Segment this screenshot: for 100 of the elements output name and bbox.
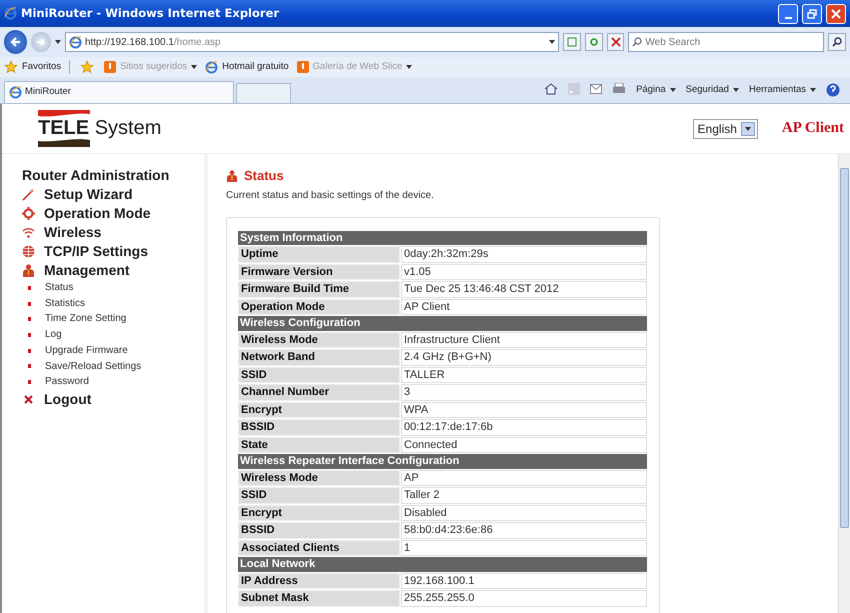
bullet-icon [28, 332, 31, 337]
submenu-item[interactable]: Statistics [22, 296, 204, 312]
browser-icon [9, 86, 22, 99]
browser-tab[interactable]: MiniRouter [4, 81, 234, 103]
stop-icon [610, 37, 621, 47]
submenu-item[interactable]: Log [22, 327, 204, 343]
caret-icon [191, 65, 198, 69]
field-value: AP [401, 470, 647, 486]
gear-icon [22, 207, 35, 220]
close-icon [831, 8, 841, 18]
field-label: SSID [238, 366, 400, 383]
command-menu[interactable]: Herramientas [748, 82, 816, 98]
suggestion-icon [104, 61, 116, 73]
refresh-button[interactable] [585, 33, 603, 51]
submenu-item[interactable]: Status [22, 280, 204, 296]
search-button[interactable] [828, 33, 846, 51]
field-value: Tue Dec 25 13:46:48 CST 2012 [401, 281, 647, 298]
person-icon [226, 170, 238, 182]
page-title: Status [244, 167, 284, 185]
browser-icon [205, 60, 218, 74]
back-button[interactable] [4, 30, 28, 54]
menu-item[interactable]: Wireless [22, 223, 204, 242]
field-value: 3 [401, 384, 647, 400]
wand-icon [22, 188, 35, 201]
caret-icon [744, 126, 751, 130]
field-label: Firmware Version [238, 264, 400, 280]
search-icon [832, 37, 842, 47]
submenu-item[interactable]: Save/Reload Settings [22, 358, 204, 374]
caret-icon [810, 88, 816, 92]
field-label: State [238, 436, 400, 453]
help-button[interactable] [826, 82, 840, 98]
menu-item[interactable]: Operation Mode [22, 204, 204, 223]
scrollbar[interactable] [838, 154, 850, 613]
field-label: Encrypt [238, 504, 400, 521]
favorites-button[interactable]: Favoritos [4, 60, 62, 74]
field-value: Connected [401, 436, 647, 453]
compatibility-button[interactable] [563, 33, 582, 51]
section-header: System Information [238, 230, 647, 245]
wifi-icon [22, 226, 35, 239]
bullet-icon [28, 317, 31, 322]
close-button[interactable] [826, 4, 846, 24]
language-select[interactable]: English [692, 118, 758, 138]
field-value: 255.255.255.0 [401, 590, 647, 606]
help-icon [826, 82, 840, 97]
field-value: 192.168.100.1 [401, 572, 647, 589]
window-title: MiniRouter - Windows Internet Explorer [21, 4, 280, 22]
bullet-icon [28, 380, 31, 384]
address-field[interactable]: http://192.168.100.1/home.asp [64, 32, 560, 52]
command-menu[interactable]: Página [636, 82, 676, 98]
search-box[interactable]: Web Search [628, 32, 824, 52]
field-value: 1 [401, 540, 647, 556]
minimize-button[interactable] [778, 4, 798, 24]
new-tab-button[interactable] [236, 83, 291, 103]
field-value: Taller 2 [401, 487, 647, 504]
submenu-item[interactable]: Password [22, 374, 204, 390]
house-icon [544, 83, 558, 96]
left-arrow-icon [10, 36, 22, 48]
sidebar-heading: Router Administration [22, 166, 170, 185]
field-value: Infrastructure Client [401, 332, 647, 348]
caret-icon [732, 88, 739, 92]
field-label: Encrypt [238, 402, 400, 418]
star-icon [4, 60, 18, 74]
home-button[interactable] [544, 82, 558, 98]
field-value: TALLER [401, 366, 647, 383]
menu-item[interactable]: TCP/IP Settings [22, 242, 204, 261]
field-value: WPA [401, 402, 647, 418]
field-value: 58:b0:d4:23:6e:86 [401, 522, 647, 538]
command-menu[interactable]: Seguridad [686, 82, 739, 98]
stop-button[interactable] [606, 33, 624, 51]
add-favorite-button[interactable] [78, 58, 96, 76]
field-label: Wireless Mode [238, 332, 400, 348]
menu-item[interactable]: Logout [22, 390, 204, 409]
globe-icon [22, 245, 35, 258]
person-icon [22, 264, 35, 277]
refresh-icon [588, 37, 599, 47]
logo: TELE System [38, 110, 162, 147]
star-icon [80, 60, 94, 74]
browser-icon [4, 7, 17, 20]
menu-item[interactable]: Management [22, 261, 204, 280]
caret-icon [670, 88, 676, 92]
right-arrow-icon [36, 37, 46, 47]
field-label: Network Band [238, 349, 400, 366]
menu-item[interactable]: Setup Wizard [22, 185, 204, 204]
field-label: Operation Mode [238, 298, 400, 315]
minimize-icon [784, 16, 792, 18]
restore-button[interactable] [802, 4, 822, 24]
caret-icon [406, 65, 412, 69]
section-header: Wireless Repeater Interface Configuration [238, 454, 647, 468]
field-label: BSSID [238, 522, 400, 538]
submenu-item[interactable]: Time Zone Setting [22, 311, 204, 328]
field-label: Channel Number [238, 384, 400, 400]
section-header: Wireless Configuration [238, 316, 647, 330]
mode-label: AP Client [782, 119, 844, 138]
browser-icon [68, 36, 82, 48]
field-value: Disabled [401, 504, 647, 521]
bullet-icon [28, 286, 31, 290]
bullet-icon [28, 364, 31, 368]
submenu-item[interactable]: Upgrade Firmware [22, 342, 204, 359]
favorites-link[interactable]: Hotmail gratuito [205, 60, 289, 74]
field-value: v1.05 [401, 264, 647, 280]
